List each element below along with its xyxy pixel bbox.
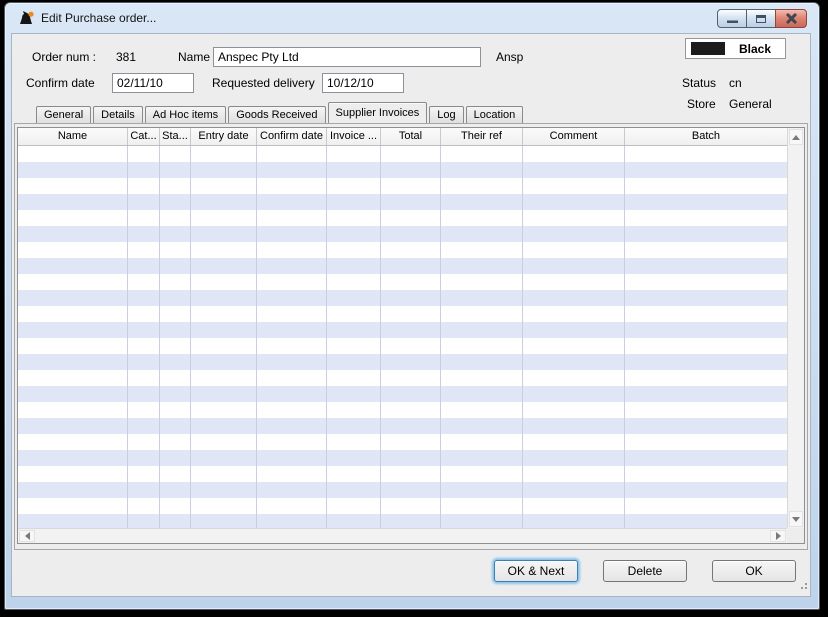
scroll-up-button[interactable]	[789, 129, 803, 145]
table-body: Anspec Pty Ltdsicn30/12/1030/12/10173249…	[18, 146, 787, 528]
scroll-up-icon	[792, 135, 800, 140]
table-rows: Anspec Pty Ltdsicn30/12/1030/12/10173249…	[18, 146, 787, 242]
name-code: Ansp	[496, 50, 523, 64]
scroll-right-button[interactable]	[770, 530, 786, 542]
column-header-invoice[interactable]: Invoice ...	[327, 128, 381, 145]
order-num-value: 381	[116, 50, 136, 64]
maximize-icon	[756, 15, 766, 23]
tab-details[interactable]: Details	[93, 106, 143, 123]
desktop-background: Edit Purchase order... Order num : 381 N…	[0, 0, 828, 617]
vertical-scrollbar[interactable]	[787, 128, 804, 528]
confirm-date-label: Confirm date	[26, 76, 95, 90]
color-button[interactable]: Black	[685, 38, 786, 59]
table-row[interactable]: Anspec Pty Ltdsicn21/02/1121/02/11181384…	[18, 226, 787, 242]
store-label: Store	[687, 97, 716, 111]
requested-delivery-label: Requested delivery	[212, 76, 315, 90]
store-value: General	[729, 97, 772, 111]
column-header-batch[interactable]: Batch	[625, 128, 787, 145]
name-input[interactable]	[213, 47, 481, 67]
tab-log[interactable]: Log	[429, 106, 463, 123]
column-header-confirm-date[interactable]: Confirm date	[257, 128, 327, 145]
minimize-icon	[727, 20, 738, 23]
horizontal-scrollbar[interactable]	[18, 528, 787, 543]
table-row[interactable]: Anspec Pty Ltdsicn21/02/1121/02/11181126…	[18, 210, 787, 226]
dialog-body: Order num : 381 Name Ansp Black Confirm …	[11, 33, 811, 597]
column-header-name[interactable]: Name	[18, 128, 128, 145]
window-controls	[718, 9, 807, 28]
column-header-entry-date[interactable]: Entry date	[191, 128, 257, 145]
resize-grip[interactable]	[797, 583, 807, 593]
tab-goods-received[interactable]: Goods Received	[228, 106, 325, 123]
scroll-down-button[interactable]	[789, 511, 803, 527]
scroll-left-button[interactable]	[19, 530, 35, 542]
confirm-date-input[interactable]	[112, 73, 194, 93]
table-row[interactable]: Anspec Pty Ltdsifn31/12/1031/12/10174123…	[18, 162, 787, 178]
table-row[interactable]: Anspec Pty Ltdsicn30/12/1030/12/10173249…	[18, 146, 787, 162]
cell-name: Anspec Pty Ltd	[18, 178, 787, 180]
tab-ad-hoc-items[interactable]: Ad Hoc items	[145, 106, 226, 123]
cell-name: Anspec Pty Ltd	[18, 194, 787, 196]
scrollbar-corner	[787, 528, 804, 543]
scroll-left-icon	[25, 532, 30, 540]
tab-supplier-invoices[interactable]: Supplier Invoices	[328, 102, 428, 123]
column-header-their-ref[interactable]: Their ref	[441, 128, 523, 145]
column-header-total[interactable]: Total	[381, 128, 441, 145]
footer-buttons: OK & Next Delete OK	[494, 560, 796, 582]
scroll-down-icon	[792, 517, 800, 522]
status-value: cn	[729, 76, 742, 90]
column-header-cat[interactable]: Cat...	[128, 128, 160, 145]
supplier-invoices-table: NameCat...Sta...Entry dateConfirm dateIn…	[17, 127, 805, 544]
close-icon	[786, 13, 797, 24]
ok-button[interactable]: OK	[712, 560, 796, 582]
column-header-sta[interactable]: Sta...	[160, 128, 191, 145]
table-row[interactable]: Anspec Pty Ltdsinw16/02/1117992846148288…	[18, 194, 787, 210]
scroll-right-icon	[776, 532, 781, 540]
tab-general[interactable]: General	[36, 106, 91, 123]
name-label: Name	[178, 50, 210, 64]
tab-bar: GeneralDetailsAd Hoc itemsGoods Received…	[36, 104, 525, 123]
cell-batch: 0	[18, 240, 787, 242]
window-title: Edit Purchase order...	[41, 11, 156, 25]
tab-panel: NameCat...Sta...Entry dateConfirm dateIn…	[14, 123, 808, 550]
maximize-button[interactable]	[746, 9, 776, 28]
requested-delivery-input[interactable]	[322, 73, 404, 93]
table-row[interactable]: Anspec Pty Ltdsicn12/01/1112/01/11176322…	[18, 178, 787, 194]
purchase-order-icon	[18, 10, 35, 26]
cell-name: Anspec Pty Ltd	[18, 162, 787, 164]
cell-name: Anspec Pty Ltd	[18, 226, 787, 228]
cell-name: Anspec Pty Ltd	[18, 210, 787, 212]
window-titlebar[interactable]: Edit Purchase order...	[5, 3, 819, 33]
column-header-comment[interactable]: Comment	[523, 128, 625, 145]
ok-next-button[interactable]: OK & Next	[494, 560, 578, 582]
cell-name: Anspec Pty Ltd	[18, 146, 787, 148]
color-label: Black	[725, 42, 785, 56]
close-button[interactable]	[775, 9, 807, 28]
tab-location[interactable]: Location	[466, 106, 524, 123]
delete-button[interactable]: Delete	[603, 560, 687, 582]
color-swatch	[691, 42, 725, 55]
status-label: Status	[682, 76, 716, 90]
minimize-button[interactable]	[717, 9, 747, 28]
table-header-row: NameCat...Sta...Entry dateConfirm dateIn…	[18, 128, 787, 146]
edit-purchase-order-window: Edit Purchase order... Order num : 381 N…	[4, 2, 820, 610]
order-num-label: Order num :	[32, 50, 96, 64]
